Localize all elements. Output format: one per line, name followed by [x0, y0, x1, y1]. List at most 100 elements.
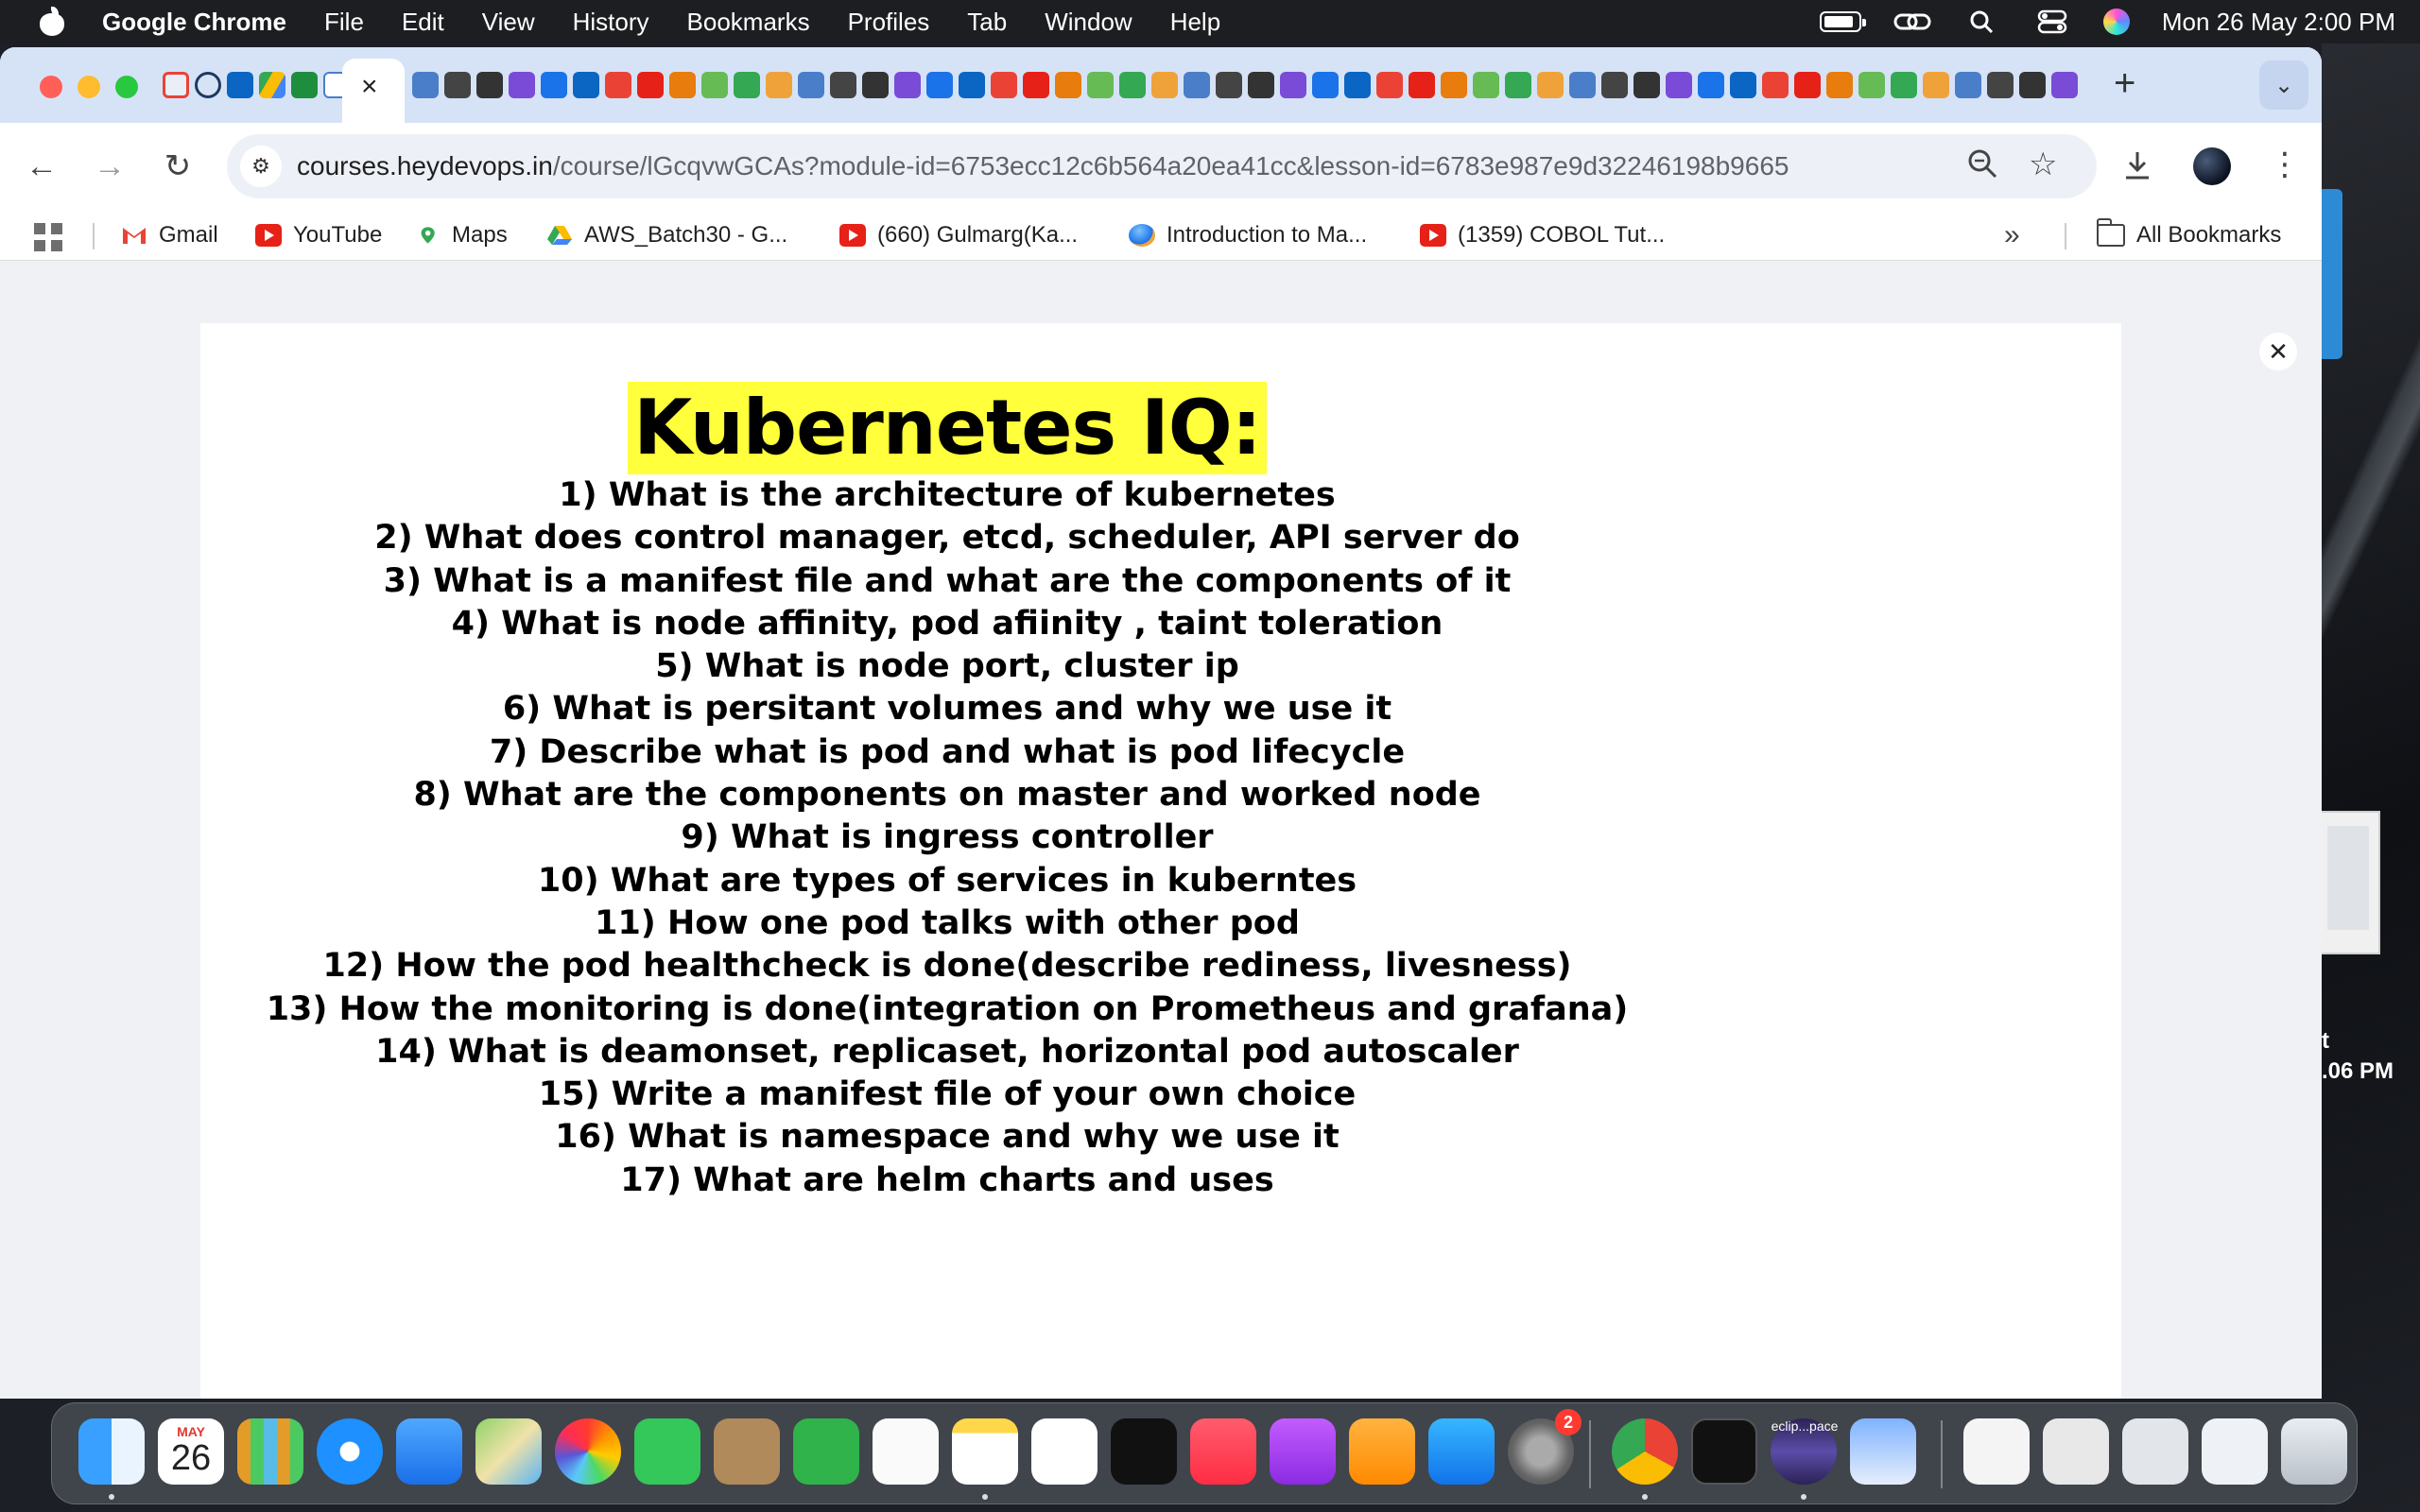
music-icon[interactable] — [1190, 1418, 1256, 1485]
site-info-icon[interactable]: ⚙ — [240, 146, 282, 187]
minimized-window-thumbnail[interactable] — [2202, 1418, 2268, 1485]
tab-favicon[interactable] — [734, 72, 760, 98]
trash-icon[interactable] — [2281, 1418, 2347, 1485]
all-bookmarks-button[interactable]: All Bookmarks — [2097, 218, 2281, 251]
apps-grid-icon[interactable] — [34, 223, 62, 251]
tab-favicon[interactable] — [412, 72, 439, 98]
pages-icon[interactable] — [1349, 1418, 1415, 1485]
siri-icon[interactable] — [2102, 9, 2130, 35]
tab-favicon[interactable] — [1280, 72, 1306, 98]
menu-window[interactable]: Window — [1045, 8, 1132, 37]
tab-search-chevron-icon[interactable]: ⌄ — [2259, 60, 2308, 110]
tab-favicon[interactable] — [1023, 72, 1049, 98]
tab-favicon[interactable] — [1826, 72, 1853, 98]
facetime-icon[interactable] — [634, 1418, 700, 1485]
freeform-icon[interactable] — [1031, 1418, 1098, 1485]
tab-favicon[interactable] — [2051, 72, 2078, 98]
tab-favicon[interactable] — [1441, 72, 1467, 98]
tab-favicon[interactable] — [1730, 72, 1756, 98]
profile-avatar[interactable] — [2193, 147, 2231, 185]
tab-favicon[interactable] — [669, 72, 696, 98]
tab-favicon[interactable] — [1055, 72, 1081, 98]
battery-icon[interactable] — [1819, 11, 1866, 32]
bookmark-aws-batch[interactable]: AWS_Batch30 - G... — [546, 219, 787, 251]
tab-favicon[interactable] — [637, 72, 664, 98]
menu-edit[interactable]: Edit — [402, 8, 444, 37]
minimize-window-button[interactable] — [78, 76, 100, 98]
notes-icon[interactable] — [952, 1418, 1018, 1485]
tab-favicon[interactable] — [1248, 72, 1274, 98]
download-icon[interactable] — [2121, 149, 2153, 181]
tab-favicon[interactable] — [2019, 72, 2046, 98]
document-icon[interactable] — [1963, 1418, 2030, 1485]
contacts-icon[interactable] — [714, 1418, 780, 1485]
menu-help[interactable]: Help — [1170, 8, 1220, 37]
maps-app-icon[interactable] — [475, 1418, 542, 1485]
tab-favicon[interactable] — [1119, 72, 1146, 98]
tab-favicon[interactable] — [509, 72, 535, 98]
tab-favicon[interactable] — [291, 72, 318, 98]
tab-favicon[interactable] — [1537, 72, 1564, 98]
tab-favicon[interactable] — [541, 72, 567, 98]
tab-favicon[interactable] — [1987, 72, 2014, 98]
tab-favicon[interactable] — [991, 72, 1017, 98]
tab-favicon[interactable] — [227, 72, 253, 98]
spotlight-search-icon[interactable] — [1963, 9, 2001, 34]
new-tab-button[interactable]: + — [2114, 64, 2135, 102]
tab-favicon[interactable] — [862, 72, 889, 98]
zoom-window-button[interactable] — [115, 76, 138, 98]
tab-favicon[interactable] — [1376, 72, 1403, 98]
tab-favicon[interactable] — [830, 72, 856, 98]
numbers-icon[interactable] — [793, 1418, 859, 1485]
tab-favicon[interactable] — [1891, 72, 1917, 98]
tab-favicon[interactable] — [195, 72, 221, 98]
menu-history[interactable]: History — [573, 8, 649, 37]
tab-favicon[interactable] — [1409, 72, 1435, 98]
mail-icon[interactable] — [396, 1418, 462, 1485]
finder-icon[interactable] — [78, 1418, 145, 1485]
close-overlay-icon[interactable]: ✕ — [2259, 333, 2297, 370]
tab-favicon[interactable] — [1666, 72, 1692, 98]
minimized-window-thumbnail[interactable] — [2043, 1418, 2109, 1485]
tab-favicon[interactable] — [1184, 72, 1210, 98]
tab-favicon[interactable] — [1473, 72, 1499, 98]
terminal-icon[interactable] — [1691, 1418, 1757, 1485]
bookmark-introduction[interactable]: Introduction to Ma... — [1129, 219, 1367, 251]
tab-favicon[interactable] — [259, 72, 285, 98]
bookmark-cobol[interactable]: (1359) COBOL Tut... — [1420, 219, 1665, 251]
back-arrow-icon[interactable]: ← — [17, 142, 66, 191]
tab-favicon[interactable] — [1762, 72, 1789, 98]
bookmark-star-icon[interactable]: ☆ — [2029, 146, 2057, 183]
desktop-screenshot-thumbnail[interactable] — [2318, 811, 2380, 954]
tab-favicon[interactable] — [444, 72, 471, 98]
forward-arrow-icon[interactable]: → — [85, 142, 134, 191]
tab-favicon[interactable] — [573, 72, 599, 98]
podcasts-icon[interactable] — [1270, 1418, 1336, 1485]
tab-favicon[interactable] — [1698, 72, 1724, 98]
desktop-file-label[interactable]: t .06 PM — [2322, 1026, 2394, 1087]
tab-favicon[interactable] — [798, 72, 824, 98]
tab-favicon[interactable] — [959, 72, 985, 98]
bookmarks-overflow-icon[interactable]: » — [2004, 219, 2020, 251]
menu-view[interactable]: View — [482, 8, 535, 37]
tab-favicon[interactable] — [1312, 72, 1339, 98]
menu-clock[interactable]: Mon 26 May 2:00 PM — [2162, 8, 2395, 37]
tab-favicon[interactable] — [605, 72, 631, 98]
bookmark-maps[interactable]: Maps — [420, 219, 508, 251]
menu-bookmarks[interactable]: Bookmarks — [687, 8, 810, 37]
tab-favicon[interactable] — [1505, 72, 1531, 98]
preview-icon[interactable] — [1850, 1418, 1916, 1485]
tab-favicon[interactable] — [1601, 72, 1628, 98]
tab-favicon[interactable] — [1923, 72, 1949, 98]
tab-favicon[interactable] — [1634, 72, 1660, 98]
address-bar[interactable]: ⚙ courses.heydevops.in/course/lGcqvwGCAs… — [227, 134, 2097, 198]
reminders-icon[interactable] — [873, 1418, 939, 1485]
tab-favicon[interactable] — [701, 72, 728, 98]
tab-favicon[interactable] — [1569, 72, 1596, 98]
safari-icon[interactable] — [317, 1418, 383, 1485]
menu-profiles[interactable]: Profiles — [848, 8, 930, 37]
tab-favicon[interactable] — [926, 72, 953, 98]
photos-icon[interactable] — [555, 1418, 621, 1485]
apple-icon[interactable] — [36, 7, 74, 36]
close-window-button[interactable] — [40, 76, 62, 98]
